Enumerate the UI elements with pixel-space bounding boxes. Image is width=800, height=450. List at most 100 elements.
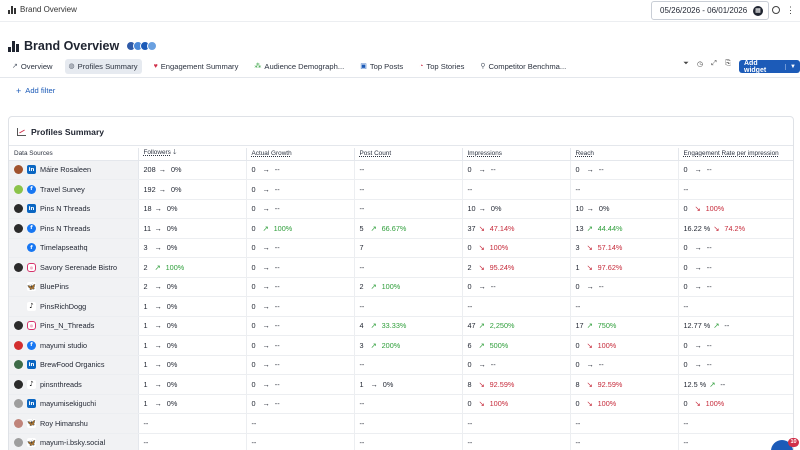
column-header[interactable]: Actual Growth (246, 148, 355, 161)
tab-audience-demographics[interactable]: ⁂ Audience Demograph... (250, 59, 348, 74)
date-range-picker[interactable]: 05/26/2026 - 06/01/2026 ▦ (651, 1, 769, 20)
column-header[interactable]: Impressions (462, 148, 571, 161)
data-source-cell[interactable]: 🦋 BluePins (9, 277, 139, 297)
data-source-cell[interactable]: ◎ Pins_N_Threads (9, 316, 139, 336)
data-source-cell[interactable]: ◎ Savory Serenade Bistro (9, 257, 139, 278)
metric-value: 7 (359, 243, 364, 253)
trend-down-icon: ↘ (586, 379, 593, 389)
tab-competitor-benchmark[interactable]: ⚲ Competitor Benchma... (476, 59, 570, 74)
metric-value: 5 (359, 223, 364, 233)
chevron-down-icon[interactable]: ▼ (785, 63, 800, 70)
metric-value: 0 (467, 243, 472, 253)
add-widget-button[interactable]: Add widget ▼ (739, 60, 800, 74)
avatar (14, 438, 23, 448)
metric-cell: 0 ↘ 100% (678, 199, 793, 219)
metric-cell: 0 ↘ 100% (570, 335, 679, 356)
metric-cell: 1 → 0% (138, 374, 247, 395)
trend-flat-icon: → (154, 282, 162, 292)
metric-change: 97.62% (597, 262, 623, 272)
metric-cell: -- (462, 413, 571, 434)
data-source-cell[interactable]: 🦋 Roy Himanshu (9, 413, 139, 434)
table-row[interactable]: 🦋 mayum-i.bsky.social -- -- -- -- -- -- (9, 433, 793, 450)
data-source-cell[interactable]: ♪ pinsnthreads (9, 374, 139, 395)
metric-cell: 0 → -- (246, 257, 355, 278)
metric-cell: 10 → 0% (570, 199, 679, 219)
metric-change: 92.59% (489, 379, 515, 389)
trend-up-icon: ↗ (586, 321, 593, 331)
data-source-cell[interactable]: ♪ PinsRichDogg (9, 296, 139, 317)
expand-icon[interactable]: ⤢ (710, 60, 718, 68)
data-source-cell[interactable]: in Pins N Threads (9, 199, 139, 219)
metric-cell: 5 ↗ 66.67% (354, 218, 463, 239)
data-source-name: mayumisekiguchi (40, 399, 96, 409)
tab-engagement-summary[interactable]: ♥ Engagement Summary (150, 59, 243, 74)
metric-cell: 1 ↘ 97.62% (570, 257, 679, 278)
trend-flat-icon: → (262, 243, 270, 253)
metric-cell: 1 → 0% (354, 374, 463, 395)
data-source-cell[interactable]: f Pins N Threads (9, 218, 139, 239)
divider (0, 77, 800, 78)
data-source-cell[interactable]: f Timelapseathq (9, 238, 139, 258)
metric-cell: 0 ↘ 100% (678, 394, 793, 414)
data-source-cell[interactable]: f mayumi studio (9, 335, 139, 356)
data-source-cell[interactable]: in BrewFood Organics (9, 355, 139, 375)
metric-cell: 0 → -- (678, 277, 793, 297)
collaborator-avatars[interactable] (126, 41, 158, 51)
column-header[interactable]: Engagement Rate per impression (678, 148, 793, 161)
metric-value: -- (359, 399, 365, 409)
column-header[interactable]: Reach (570, 148, 679, 161)
table-row[interactable]: ◎ Savory Serenade Bistro 2 ↗ 100% 0 → -- -- 2 ↘ 95.… (9, 257, 793, 278)
column-header[interactable]: Post Count (354, 148, 463, 161)
metric-value: -- (359, 418, 365, 428)
table-row[interactable]: ♪ pinsnthreads 1 → 0% 0 → -- 1 → 0% 8 ↘ 92.59% 8 ↘ 92.59… (9, 374, 793, 395)
add-filter-button[interactable]: + Add filter (16, 86, 55, 95)
more-menu-icon[interactable]: ⋮ (786, 4, 795, 16)
metric-change: -- (598, 360, 604, 370)
data-source-name: mayumi studio (40, 340, 88, 350)
table-row[interactable]: f Travel Survey 192 → 0% 0 → -- -- -- -- -- (9, 179, 793, 200)
tab-overview[interactable]: ↗ Overview (8, 59, 57, 74)
trend-flat-icon: → (262, 379, 270, 389)
clock-icon[interactable]: ◷ (696, 60, 704, 68)
data-source-cell[interactable]: f Travel Survey (9, 179, 139, 200)
data-source-cell[interactable]: in mayumisekiguchi (9, 394, 139, 414)
globe-icon[interactable] (772, 6, 780, 14)
sort-descending-icon[interactable]: 🡓 (173, 149, 177, 156)
table-row[interactable]: in mayumisekiguchi 1 → 0% 0 → -- -- 0 ↘ 100% 0 ↘ 100% 0… (9, 394, 793, 414)
table-row[interactable]: in Pins N Threads 18 → 0% 0 → -- -- 10 → 0% 10 → 0% 0 ↘ 1… (9, 199, 793, 219)
metric-cell: 0 → -- (246, 277, 355, 297)
table-row[interactable]: ♪ PinsRichDogg 1 → 0% 0 → -- -- -- -- -- (9, 296, 793, 317)
table-row[interactable]: ◎ Pins_N_Threads 1 → 0% 0 → -- 4 ↗ 33.33% 47 ↗ 2,250%… (9, 316, 793, 336)
linkedin-icon: in (27, 165, 36, 175)
table-row[interactable]: in Máire Rosaleen 208 → 0% 0 → -- -- 0 → -- 0 → -- 0 → -- (9, 160, 793, 180)
tab-top-stories[interactable]: ◔ Top Stories (415, 59, 468, 74)
trend-flat-icon: → (478, 282, 486, 292)
filter-icon[interactable]: ⏷ (682, 60, 690, 68)
column-header[interactable]: Followers 🡓 (138, 148, 247, 161)
data-source-cell[interactable]: 🦋 mayum-i.bsky.social (9, 433, 139, 450)
tiktok-icon: ♪ (27, 379, 36, 389)
export-icon[interactable]: ⎘ (724, 60, 732, 68)
metric-value: 4 (359, 321, 364, 331)
column-header[interactable]: Data Sources (9, 148, 139, 161)
tab-top-posts[interactable]: ▣ Top Posts (356, 59, 407, 74)
table-row[interactable]: f Pins N Threads 11 → 0% 0 ↗ 100% 5 ↗ 66.67% 37 ↘ 47.… (9, 218, 793, 239)
trend-up-icon: ↗ (370, 223, 377, 233)
column-header-label: Impressions (467, 150, 502, 158)
breadcrumb[interactable]: Brand Overview (8, 5, 77, 14)
metric-value: 0 (575, 360, 580, 370)
metric-value: 2 (467, 262, 472, 272)
table-row[interactable]: 🦋 Roy Himanshu -- -- -- -- -- -- (9, 413, 793, 434)
metric-cell: 0 → -- (246, 160, 355, 180)
table-row[interactable]: f Timelapseathq 3 → 0% 0 → -- 7 0 ↘ 100% 3 ↘ 57.14% 0 → -… (9, 238, 793, 258)
metric-value: -- (467, 418, 473, 428)
metric-change: 750% (597, 321, 617, 331)
table-row[interactable]: f mayumi studio 1 → 0% 0 → -- 3 ↗ 200% 6 ↗ 500% 0 ↘ 100%… (9, 335, 793, 356)
metric-change: 0% (490, 204, 502, 214)
tab-profiles-summary[interactable]: ◍ Profiles Summary (64, 58, 142, 74)
table-row[interactable]: in BrewFood Organics 1 → 0% 0 → -- -- 0 → -- 0 → -- 0 → -… (9, 355, 793, 375)
data-source-cell[interactable]: in Máire Rosaleen (9, 160, 139, 180)
facebook-icon: f (27, 243, 36, 253)
trend-flat-icon: → (694, 360, 702, 370)
table-row[interactable]: 🦋 BluePins 2 → 0% 0 → -- 2 ↗ 100% 0 → -- 0 → -- 0 → -- (9, 277, 793, 297)
